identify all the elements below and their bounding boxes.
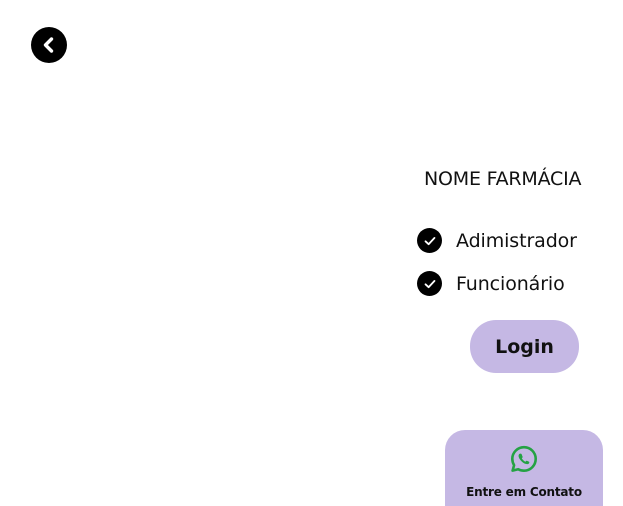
contact-button-label: Entre em Contato	[466, 485, 582, 499]
pharmacy-login-screen: NOME FARMÁCIA Adimistrador Funcionário L…	[0, 0, 623, 506]
check-circle-icon	[417, 271, 442, 296]
chevron-left-icon	[43, 37, 54, 53]
login-button[interactable]: Login	[470, 320, 579, 373]
whatsapp-icon	[510, 445, 537, 472]
role-option-label: Funcionário	[456, 272, 565, 295]
back-button[interactable]	[31, 27, 67, 63]
pharmacy-name-title: NOME FARMÁCIA	[424, 168, 582, 190]
check-circle-icon	[417, 228, 442, 253]
role-option-funcionario[interactable]: Funcionário	[417, 271, 565, 296]
role-option-adimistrador[interactable]: Adimistrador	[417, 228, 577, 253]
role-option-label: Adimistrador	[456, 229, 577, 252]
contact-button[interactable]: Entre em Contato	[445, 430, 603, 506]
